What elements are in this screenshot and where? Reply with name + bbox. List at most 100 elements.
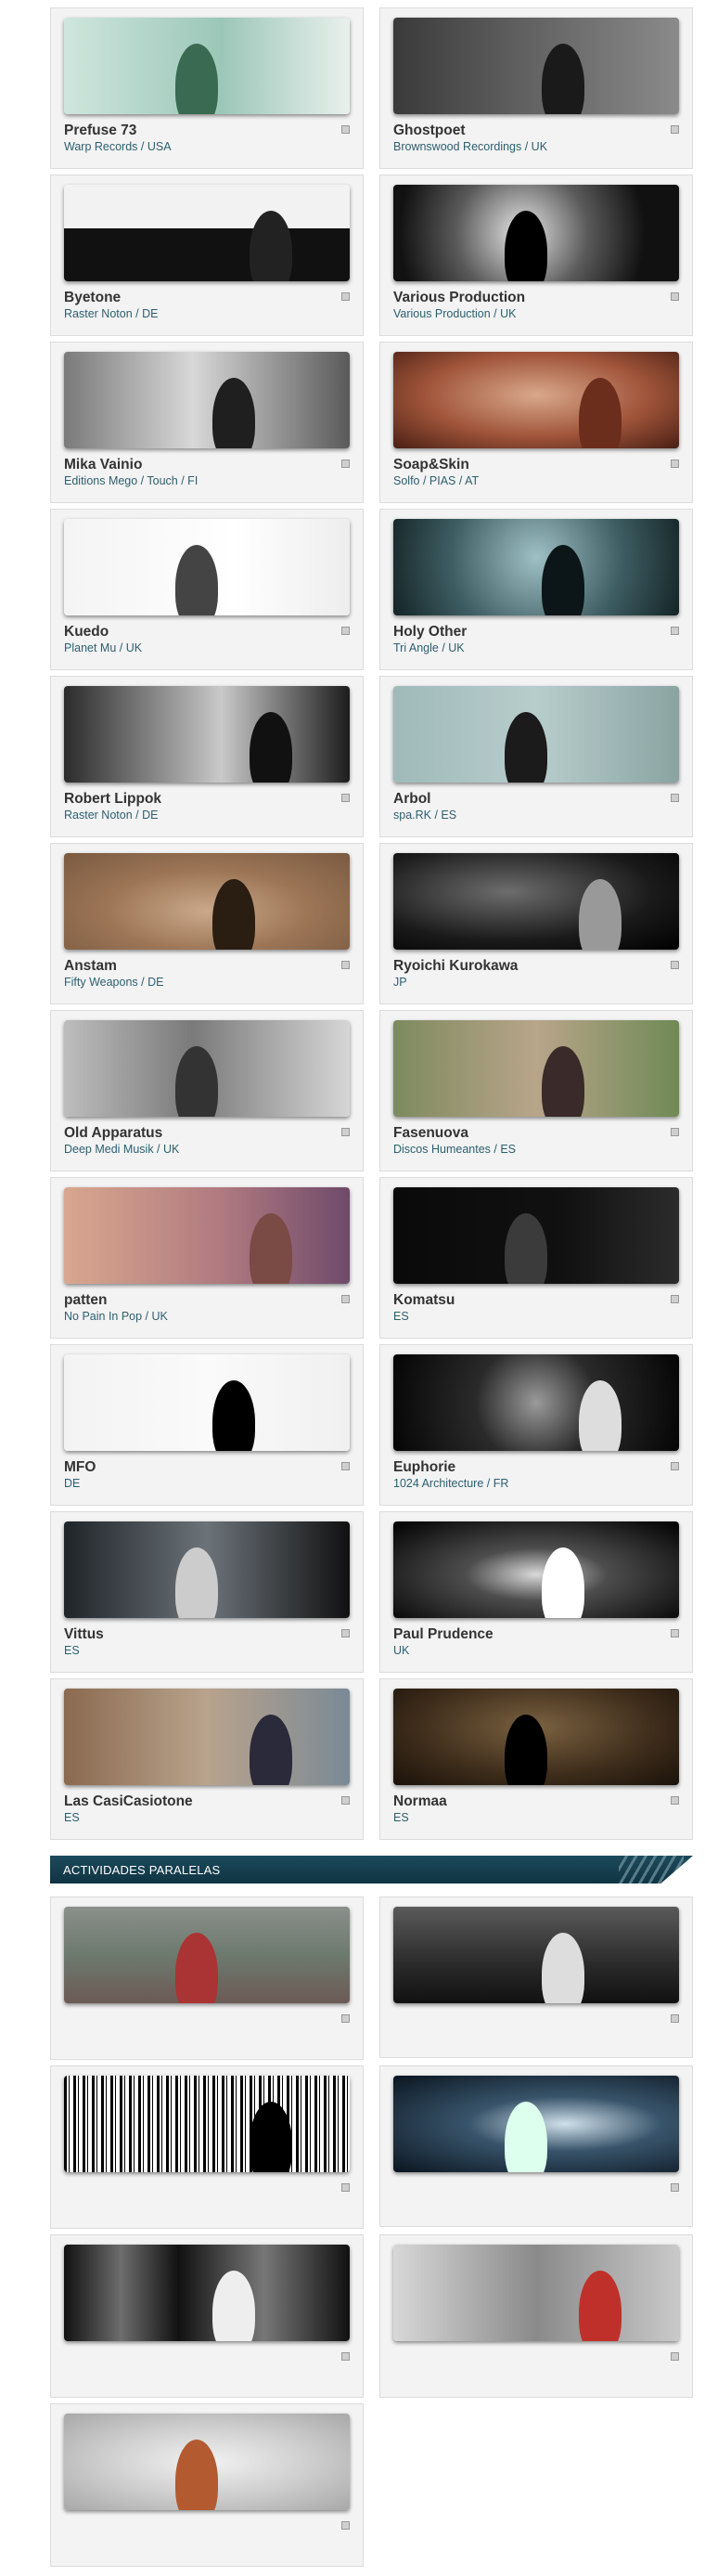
activity-card[interactable] <box>50 1896 364 2060</box>
plus-icon[interactable] <box>671 961 679 969</box>
artist-card[interactable]: Ryoichi Kurokawa JP <box>379 843 693 1004</box>
thumbnail-image[interactable] <box>64 1521 350 1618</box>
artist-title[interactable]: Ghostpoet <box>393 122 655 140</box>
plus-icon[interactable] <box>341 2352 350 2361</box>
thumbnail-image[interactable] <box>393 352 679 448</box>
plus-icon[interactable] <box>671 292 679 301</box>
artist-card[interactable]: Ghostpoet Brownswood Recordings / UK <box>379 7 693 169</box>
plus-icon[interactable] <box>341 2014 350 2023</box>
thumbnail-image[interactable] <box>393 686 679 783</box>
thumbnail-image[interactable] <box>393 1689 679 1785</box>
thumbnail-image[interactable] <box>64 1187 350 1284</box>
artist-title[interactable]: Las CasiCasiotone <box>64 1793 326 1811</box>
plus-icon[interactable] <box>671 794 679 802</box>
thumbnail-image[interactable] <box>393 519 679 615</box>
activity-card[interactable] <box>50 2403 364 2567</box>
artist-card[interactable]: Fasenuova Discos Humeantes / ES <box>379 1010 693 1171</box>
plus-icon[interactable] <box>671 1629 679 1638</box>
thumbnail-image[interactable] <box>393 185 679 281</box>
artist-title[interactable]: Ryoichi Kurokawa <box>393 957 655 976</box>
thumbnail-image[interactable] <box>393 1521 679 1618</box>
artist-card[interactable]: Robert Lippok Raster Noton / DE <box>50 676 364 837</box>
artist-title[interactable]: Paul Prudence <box>393 1625 655 1644</box>
activity-card[interactable] <box>379 2065 693 2227</box>
artist-title[interactable]: Robert Lippok <box>64 790 326 809</box>
activity-card[interactable] <box>50 2234 364 2398</box>
artist-title[interactable]: Holy Other <box>393 623 655 641</box>
thumbnail-image[interactable] <box>64 1689 350 1785</box>
artist-title[interactable]: Prefuse 73 <box>64 122 326 140</box>
activity-card[interactable] <box>50 2065 364 2229</box>
plus-icon[interactable] <box>341 961 350 969</box>
activity-card[interactable] <box>379 2234 693 2398</box>
plus-icon[interactable] <box>671 1462 679 1470</box>
artist-card[interactable]: Arbol spa.RK / ES <box>379 676 693 837</box>
plus-icon[interactable] <box>671 125 679 134</box>
artist-title[interactable]: Vittus <box>64 1625 326 1644</box>
artist-title[interactable]: patten <box>64 1291 326 1310</box>
plus-icon[interactable] <box>671 1796 679 1805</box>
plus-icon[interactable] <box>671 2183 679 2192</box>
artist-card[interactable]: MFO DE <box>50 1344 364 1506</box>
plus-icon[interactable] <box>341 627 350 635</box>
plus-icon[interactable] <box>671 2352 679 2361</box>
thumbnail-image[interactable] <box>393 853 679 950</box>
thumbnail-image[interactable] <box>64 2245 350 2341</box>
artist-card[interactable]: Holy Other Tri Angle / UK <box>379 509 693 670</box>
thumbnail-image[interactable] <box>64 2414 350 2510</box>
thumbnail-image[interactable] <box>393 1907 679 2003</box>
plus-icon[interactable] <box>341 125 350 134</box>
artist-title[interactable]: Kuedo <box>64 623 326 641</box>
thumbnail-image[interactable] <box>64 686 350 783</box>
artist-card[interactable]: Mika Vainio Editions Mego / Touch / FI <box>50 342 364 503</box>
artist-card[interactable]: Soap&Skin Solfo / PIAS / AT <box>379 342 693 503</box>
plus-icon[interactable] <box>671 1128 679 1136</box>
thumbnail-image[interactable] <box>64 1907 350 2003</box>
artist-card[interactable]: Byetone Raster Noton / DE <box>50 175 364 336</box>
plus-icon[interactable] <box>671 1295 679 1303</box>
artist-title[interactable]: Normaa <box>393 1793 655 1811</box>
thumbnail-image[interactable] <box>393 1187 679 1284</box>
artist-title[interactable]: Fasenuova <box>393 1124 655 1143</box>
artist-title[interactable]: Byetone <box>64 289 326 307</box>
artist-card[interactable]: Various Production Various Production / U… <box>379 175 693 336</box>
artist-card[interactable]: Old Apparatus Deep Medi Musik / UK <box>50 1010 364 1171</box>
artist-title[interactable]: Arbol <box>393 790 655 809</box>
artist-title[interactable]: MFO <box>64 1458 326 1477</box>
artist-title[interactable]: Mika Vainio <box>64 456 326 474</box>
artist-card[interactable]: Prefuse 73 Warp Records / USA <box>50 7 364 169</box>
thumbnail-image[interactable] <box>393 1020 679 1117</box>
plus-icon[interactable] <box>341 460 350 468</box>
artist-card[interactable]: Vittus ES <box>50 1511 364 1673</box>
plus-icon[interactable] <box>341 1295 350 1303</box>
thumbnail-image[interactable] <box>64 2076 350 2172</box>
thumbnail-image[interactable] <box>393 18 679 114</box>
artist-card[interactable]: Normaa ES <box>379 1678 693 1840</box>
artist-card[interactable]: Komatsu ES <box>379 1177 693 1339</box>
artist-title[interactable]: Various Production <box>393 289 655 307</box>
artist-card[interactable]: Euphorie 1024 Architecture / FR <box>379 1344 693 1506</box>
thumbnail-image[interactable] <box>393 2076 679 2172</box>
artist-title[interactable]: Old Apparatus <box>64 1124 326 1143</box>
artist-title[interactable]: Euphorie <box>393 1458 655 1477</box>
artist-card[interactable]: Paul Prudence UK <box>379 1511 693 1673</box>
plus-icon[interactable] <box>341 2183 350 2192</box>
plus-icon[interactable] <box>341 292 350 301</box>
plus-icon[interactable] <box>671 2014 679 2023</box>
thumbnail-image[interactable] <box>64 1354 350 1451</box>
thumbnail-image[interactable] <box>393 1354 679 1451</box>
artist-card[interactable]: Kuedo Planet Mu / UK <box>50 509 364 670</box>
artist-card[interactable]: patten No Pain In Pop / UK <box>50 1177 364 1339</box>
plus-icon[interactable] <box>341 1629 350 1638</box>
artist-card[interactable]: Anstam Fifty Weapons / DE <box>50 843 364 1004</box>
plus-icon[interactable] <box>341 794 350 802</box>
artist-card[interactable]: Las CasiCasiotone ES <box>50 1678 364 1840</box>
thumbnail-image[interactable] <box>64 185 350 281</box>
plus-icon[interactable] <box>671 627 679 635</box>
plus-icon[interactable] <box>341 2521 350 2530</box>
plus-icon[interactable] <box>341 1796 350 1805</box>
thumbnail-image[interactable] <box>64 352 350 448</box>
plus-icon[interactable] <box>671 460 679 468</box>
plus-icon[interactable] <box>341 1462 350 1470</box>
thumbnail-image[interactable] <box>64 853 350 950</box>
